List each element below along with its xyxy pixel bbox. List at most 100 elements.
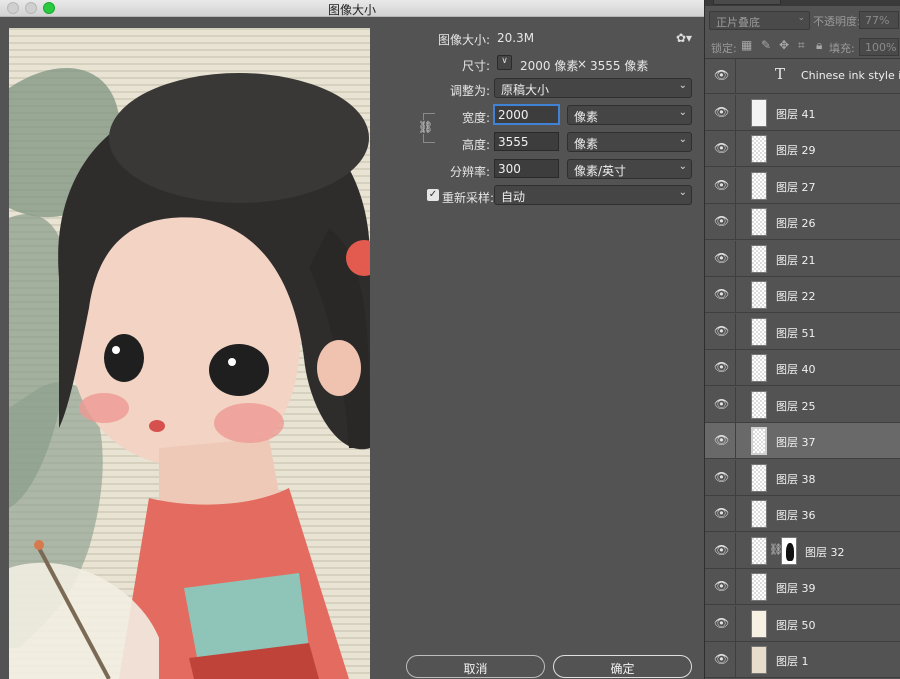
layer-name[interactable]: 图层 40: [776, 361, 816, 377]
dimensions-width: 2000 像素: [520, 59, 579, 73]
layer-row[interactable]: 👁︎ 图层 26: [705, 204, 900, 240]
image-preview[interactable]: [9, 28, 370, 679]
resample-checkbox[interactable]: ✓: [427, 189, 439, 201]
eye-icon[interactable]: 👁︎: [714, 471, 729, 483]
layer-row[interactable]: 👁︎ 图层 39: [705, 569, 900, 605]
lock-transparent-icon[interactable]: ▦: [741, 38, 752, 52]
layer-row[interactable]: 👁︎ 图层 22: [705, 277, 900, 313]
move-icon[interactable]: ✥: [779, 38, 789, 52]
layer-row[interactable]: 👁︎ ⛓ 图层 32: [705, 532, 900, 569]
brush-icon[interactable]: ✎: [761, 38, 771, 52]
eye-icon[interactable]: 👁︎: [714, 617, 729, 629]
blend-mode-select[interactable]: 正片叠底 ⌄: [709, 11, 810, 30]
layer-name[interactable]: 图层 38: [776, 471, 816, 487]
layer-thumbnail: [751, 427, 767, 455]
divider: [735, 58, 736, 94]
fill-input[interactable]: 100%: [859, 38, 899, 56]
layer-mask-thumbnail[interactable]: [781, 536, 797, 565]
layer-thumbnail: [751, 98, 767, 127]
layer-name[interactable]: Chinese ink style illus: [801, 69, 900, 82]
width-unit-select[interactable]: 像素 ⌄: [567, 105, 692, 125]
divider: [735, 131, 736, 167]
resample-select[interactable]: 自动 ⌄: [494, 185, 692, 205]
layer-name[interactable]: 图层 32: [805, 544, 845, 560]
eye-icon[interactable]: 👁︎: [714, 252, 729, 264]
opacity-input[interactable]: 77%: [859, 11, 899, 29]
cancel-button[interactable]: 取消: [406, 655, 545, 678]
eye-icon[interactable]: 👁︎: [714, 69, 729, 81]
image-size-value: 20.3M: [497, 31, 535, 45]
layer-row[interactable]: 👁︎ 图层 41: [705, 94, 900, 131]
ok-button[interactable]: 确定: [553, 655, 692, 678]
layer-name[interactable]: 图层 27: [776, 179, 816, 195]
layer-row[interactable]: 👁︎ 图层 21: [705, 240, 900, 277]
divider: [735, 240, 736, 277]
layer-name[interactable]: 图层 26: [776, 215, 816, 231]
lock-icon[interactable]: 🔒︎: [816, 38, 822, 53]
divider: [735, 167, 736, 204]
layer-name[interactable]: 图层 51: [776, 325, 816, 341]
layer-row[interactable]: 👁︎ 图层 50: [705, 605, 900, 642]
layer-name[interactable]: 图层 39: [776, 580, 816, 596]
layer-name[interactable]: 图层 29: [776, 142, 816, 158]
resolution-input[interactable]: 300: [494, 159, 559, 178]
divider: [735, 386, 736, 423]
layer-row[interactable]: 👁︎ 图层 27: [705, 167, 900, 204]
layer-row[interactable]: 👁︎ 图层 37: [705, 423, 900, 459]
eye-icon[interactable]: 👁︎: [714, 106, 729, 118]
layer-name[interactable]: 图层 1: [776, 653, 809, 669]
gear-icon[interactable]: ✿▾: [676, 31, 692, 45]
lock-label: 锁定:: [711, 42, 737, 55]
layer-thumbnail: [751, 646, 767, 674]
artboard-icon[interactable]: ⌗: [798, 38, 805, 53]
width-input[interactable]: 2000: [494, 105, 559, 124]
layer-row[interactable]: 👁︎ 图层 1: [705, 642, 900, 678]
panel-tab[interactable]: [713, 0, 781, 5]
layer-row[interactable]: 👁︎ 图层 36: [705, 496, 900, 532]
fit-to-label: 调整为:: [449, 84, 490, 98]
eye-icon[interactable]: 👁︎: [714, 398, 729, 410]
eye-icon[interactable]: 👁︎: [714, 653, 729, 665]
eye-icon[interactable]: 👁︎: [714, 544, 729, 556]
divider: [735, 313, 736, 350]
eye-icon[interactable]: 👁︎: [714, 142, 729, 154]
layer-name[interactable]: 图层 22: [776, 288, 816, 304]
eye-icon[interactable]: 👁︎: [714, 361, 729, 373]
eye-icon[interactable]: 👁︎: [714, 288, 729, 300]
layer-thumbnail: [751, 500, 767, 528]
opacity-label: 不透明度:: [813, 15, 861, 28]
layer-row[interactable]: 👁︎ 图层 38: [705, 459, 900, 496]
height-unit-select[interactable]: 像素 ⌄: [567, 132, 692, 152]
layer-thumbnail: [751, 390, 767, 419]
fit-to-select[interactable]: 原稿大小 ⌄: [494, 78, 692, 98]
layer-thumbnail: [751, 135, 767, 163]
layer-name[interactable]: 图层 25: [776, 398, 816, 414]
eye-icon[interactable]: 👁︎: [714, 434, 729, 446]
layer-thumbnail: [751, 244, 767, 273]
layer-name[interactable]: 图层 36: [776, 507, 816, 523]
layer-row[interactable]: 👁︎ 图层 40: [705, 350, 900, 386]
layer-name[interactable]: 图层 50: [776, 617, 816, 633]
title-bar: 图像大小: [0, 0, 704, 17]
eye-icon[interactable]: 👁︎: [714, 580, 729, 592]
layer-name[interactable]: 图层 41: [776, 106, 816, 122]
layer-row[interactable]: 👁︎ 图层 29: [705, 131, 900, 167]
layer-name[interactable]: 图层 21: [776, 252, 816, 268]
chevron-down-icon: ⌄: [678, 187, 687, 198]
eye-icon[interactable]: 👁︎: [714, 507, 729, 519]
eye-icon[interactable]: 👁︎: [714, 215, 729, 227]
eye-icon[interactable]: 👁︎: [714, 325, 729, 337]
eye-icon[interactable]: 👁︎: [714, 179, 729, 191]
layers-panel: 正片叠底 ⌄ 不透明度: 77% 锁定: ▦ ✎ ✥ ⌗ 🔒︎ 填充: 100%…: [704, 0, 900, 679]
chevron-down-icon[interactable]: ∨: [497, 55, 512, 70]
layer-row[interactable]: 👁︎ 图层 51: [705, 313, 900, 350]
layer-thumbnail: [751, 281, 767, 309]
blend-mode-value: 正片叠底: [716, 16, 760, 29]
layer-name[interactable]: 图层 37: [776, 434, 816, 450]
layer-row[interactable]: 👁︎ T Chinese ink style illus: [705, 58, 900, 94]
dimensions-height: 3555 像素: [590, 59, 649, 73]
layer-row[interactable]: 👁︎ 图层 25: [705, 386, 900, 423]
resolution-unit-select[interactable]: 像素/英寸 ⌄: [567, 159, 692, 179]
layer-thumbnail: [751, 573, 767, 601]
height-input[interactable]: 3555: [494, 132, 559, 151]
